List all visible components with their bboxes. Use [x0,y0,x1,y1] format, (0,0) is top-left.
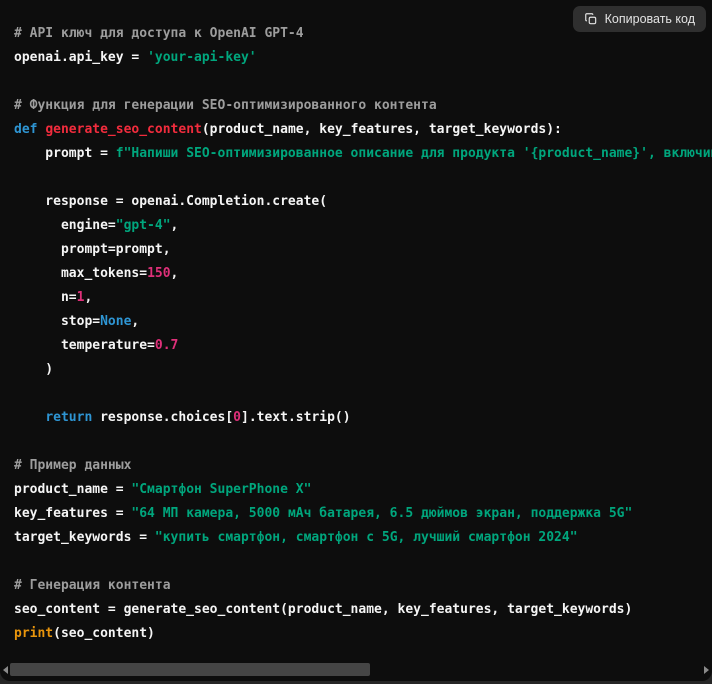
code-line: target_keywords = "купить смартфон, смар… [14,526,712,550]
code-block: Копировать код # API ключ для доступа к … [0,0,712,681]
code-line: ) [14,358,712,382]
horizontal-scrollbar[interactable] [0,663,712,677]
code-line: prompt=prompt, [14,238,712,262]
code-line [14,70,712,94]
code-area: # API ключ для доступа к OpenAI GPT-4ope… [0,0,712,659]
code-line: prompt = f"Напиши SEO-оптимизированное о… [14,142,712,166]
code-line [14,166,712,190]
scroll-left-arrow-icon[interactable] [3,666,8,674]
code-line [14,550,712,574]
code-line: stop=None, [14,310,712,334]
code-content: # API ключ для доступа к OpenAI GPT-4ope… [14,22,712,646]
horizontal-scroll-thumb[interactable] [10,663,370,676]
copy-code-button[interactable]: Копировать код [573,6,706,32]
code-line: seo_content = generate_seo_content(produ… [14,598,712,622]
code-line: key_features = "64 МП камера, 5000 мАч б… [14,502,712,526]
code-line: def generate_seo_content(product_name, k… [14,118,712,142]
code-line: temperature=0.7 [14,334,712,358]
code-line: # Функция для генерации SEO-оптимизирова… [14,94,712,118]
code-line: openai.api_key = 'your-api-key' [14,46,712,70]
code-line: product_name = "Смартфон SuperPhone X" [14,478,712,502]
code-line: engine="gpt-4", [14,214,712,238]
code-line: n=1, [14,286,712,310]
copy-icon [584,12,598,26]
copy-button-label: Копировать код [605,12,695,26]
code-line: return response.choices[0].text.strip() [14,406,712,430]
code-line [14,382,712,406]
code-line [14,430,712,454]
code-line: # Генерация контента [14,574,712,598]
code-line: response = openai.Completion.create( [14,190,712,214]
code-line: max_tokens=150, [14,262,712,286]
code-line: print(seo_content) [14,622,712,646]
scroll-right-arrow-icon[interactable] [704,666,709,674]
code-line: # Пример данных [14,454,712,478]
